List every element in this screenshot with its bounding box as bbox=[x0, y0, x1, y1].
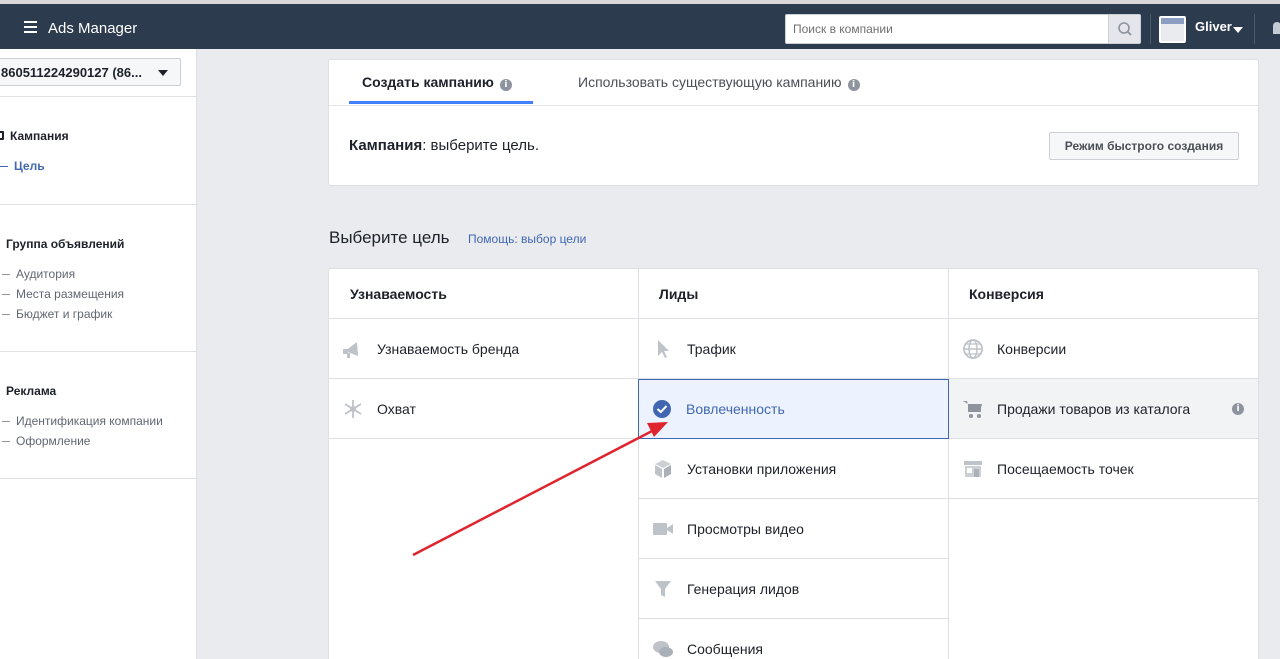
account-id: 860511224290127 (86... bbox=[1, 65, 142, 80]
objective-brand-awareness[interactable]: Узнаваемость бренда bbox=[329, 319, 638, 379]
info-icon[interactable]: i bbox=[499, 79, 512, 91]
objective-label: Установки приложения bbox=[687, 461, 837, 477]
tab-existing-campaign[interactable]: Использовать существующую кампанию i bbox=[578, 74, 860, 91]
tab-label: Использовать существующую кампанию bbox=[578, 74, 842, 90]
store-icon bbox=[964, 461, 982, 477]
sidebar-item-creative[interactable]: Оформление bbox=[2, 434, 90, 448]
objective-label: Посещаемость точек bbox=[997, 461, 1134, 477]
objective-label: Конверсии bbox=[997, 341, 1067, 357]
sidebar-campaign-header[interactable]: Кампания bbox=[10, 129, 69, 143]
column-header: Лиды bbox=[639, 269, 948, 319]
sidebar-item-objective[interactable]: Цель bbox=[0, 159, 45, 173]
notifications-icon[interactable] bbox=[1273, 22, 1280, 34]
objective-label: Генерация лидов bbox=[687, 581, 800, 597]
sidebar-item-identity[interactable]: Идентификация компании bbox=[2, 414, 163, 428]
objective-label: Вовлеченность bbox=[686, 401, 785, 417]
column-header: Узнаваемость bbox=[329, 269, 638, 319]
search-input[interactable] bbox=[786, 15, 1106, 43]
objective-column-conversion: Конверсия Конверсии Продажи товаров из к… bbox=[949, 269, 1258, 659]
sidebar-item-placements[interactable]: Места размещения bbox=[2, 287, 124, 301]
objective-app-installs[interactable]: Установки приложения bbox=[639, 439, 948, 499]
account-selector[interactable]: 860511224290127 (86... bbox=[0, 58, 181, 86]
sidebar: 860511224290127 (86... Кампания Цель Гру… bbox=[0, 49, 197, 659]
sidebar-item-label: Оформление bbox=[16, 434, 91, 448]
sidebar-item-label: Бюджет и график bbox=[16, 307, 113, 321]
megaphone-icon bbox=[343, 342, 358, 358]
objective-lead-generation[interactable]: Генерация лидов bbox=[639, 559, 948, 619]
globe-icon bbox=[963, 339, 983, 359]
objectives-grid: Узнаваемость Узнаваемость бренда Охват Л… bbox=[328, 268, 1259, 659]
objective-engagement[interactable]: Вовлеченность bbox=[638, 379, 949, 439]
divider bbox=[0, 204, 197, 205]
sidebar-item-label: Аудитория bbox=[16, 267, 76, 281]
chat-bubbles-icon bbox=[653, 641, 673, 657]
campaign-icon bbox=[0, 131, 4, 140]
campaign-card: Создать кампанию i Использовать существую… bbox=[328, 59, 1259, 186]
choose-objective-title: Выберите цель bbox=[329, 228, 450, 247]
reach-icon bbox=[344, 400, 362, 418]
objective-label: Охват bbox=[377, 401, 416, 417]
objective-label: Продажи товаров из каталога bbox=[997, 401, 1191, 417]
objective-reach[interactable]: Охват bbox=[329, 379, 638, 439]
info-icon[interactable]: i bbox=[847, 79, 860, 91]
objective-traffic[interactable]: Трафик bbox=[639, 319, 948, 379]
objective-messages[interactable]: Сообщения bbox=[639, 619, 948, 659]
sidebar-item-label: Идентификация компании bbox=[16, 414, 163, 428]
sidebar-item-budget[interactable]: Бюджет и график bbox=[2, 307, 112, 321]
sidebar-item-label: Места размещения bbox=[16, 287, 125, 301]
check-circle-icon bbox=[653, 400, 671, 418]
divider bbox=[0, 351, 197, 352]
tab-create-campaign[interactable]: Создать кампанию i bbox=[362, 74, 512, 91]
column-header: Конверсия bbox=[949, 269, 1258, 319]
objective-label: Сообщения bbox=[687, 641, 763, 657]
funnel-icon bbox=[655, 581, 671, 597]
objective-column-awareness: Узнаваемость Узнаваемость бренда Охват bbox=[329, 269, 639, 659]
search-icon bbox=[1118, 22, 1132, 36]
objective-label: Трафик bbox=[687, 341, 736, 357]
menu-icon[interactable] bbox=[24, 21, 37, 33]
campaign-tabs: Создать кампанию i Использовать существую… bbox=[329, 60, 1258, 106]
objective-label: Узнаваемость бренда bbox=[377, 341, 520, 357]
divider bbox=[0, 478, 197, 479]
sidebar-ad-header[interactable]: Реклама bbox=[6, 384, 56, 398]
quick-creation-button[interactable]: Режим быстрого создания bbox=[1049, 132, 1239, 160]
objective-store-visits[interactable]: Посещаемость точек bbox=[949, 439, 1258, 499]
objective-label: Просмотры видео bbox=[687, 521, 804, 537]
sidebar-item-audience[interactable]: Аудитория bbox=[2, 267, 75, 281]
box-icon bbox=[655, 460, 671, 478]
objective-help-link[interactable]: Помощь: выбор цели bbox=[468, 232, 586, 246]
chevron-down-icon bbox=[158, 70, 168, 76]
divider bbox=[1150, 14, 1151, 44]
chevron-down-icon[interactable] bbox=[1233, 27, 1243, 33]
objective-column-leads: Лиды Трафик Вовлеченность Установки прил… bbox=[638, 269, 949, 659]
campaign-status: Кампания: выберите цель. bbox=[349, 137, 539, 154]
video-camera-icon bbox=[653, 523, 673, 535]
app-title[interactable]: Ads Manager bbox=[48, 20, 137, 37]
sidebar-adset-header[interactable]: Группа объявлений bbox=[6, 237, 124, 251]
info-icon[interactable]: i bbox=[1232, 403, 1244, 415]
cursor-icon bbox=[658, 340, 669, 358]
search-box bbox=[785, 14, 1141, 44]
objective-video-views[interactable]: Просмотры видео bbox=[639, 499, 948, 559]
user-name[interactable]: Gliver bbox=[1195, 19, 1232, 34]
objective-conversions[interactable]: Конверсии bbox=[949, 319, 1258, 379]
objective-catalog-sales[interactable]: Продажи товаров из каталога i bbox=[949, 379, 1258, 439]
top-bar: Ads Manager Gliver bbox=[0, 0, 1280, 49]
divider bbox=[1254, 14, 1255, 44]
campaign-text: : выберите цель. bbox=[422, 137, 540, 154]
shopping-cart-icon bbox=[963, 401, 982, 418]
search-button[interactable] bbox=[1108, 15, 1140, 43]
tab-label: Создать кампанию bbox=[362, 74, 494, 90]
campaign-label: Кампания bbox=[349, 137, 423, 154]
divider bbox=[0, 96, 197, 97]
sidebar-item-label: Цель bbox=[14, 159, 45, 173]
avatar[interactable] bbox=[1159, 16, 1186, 43]
active-tab-indicator bbox=[349, 101, 533, 104]
